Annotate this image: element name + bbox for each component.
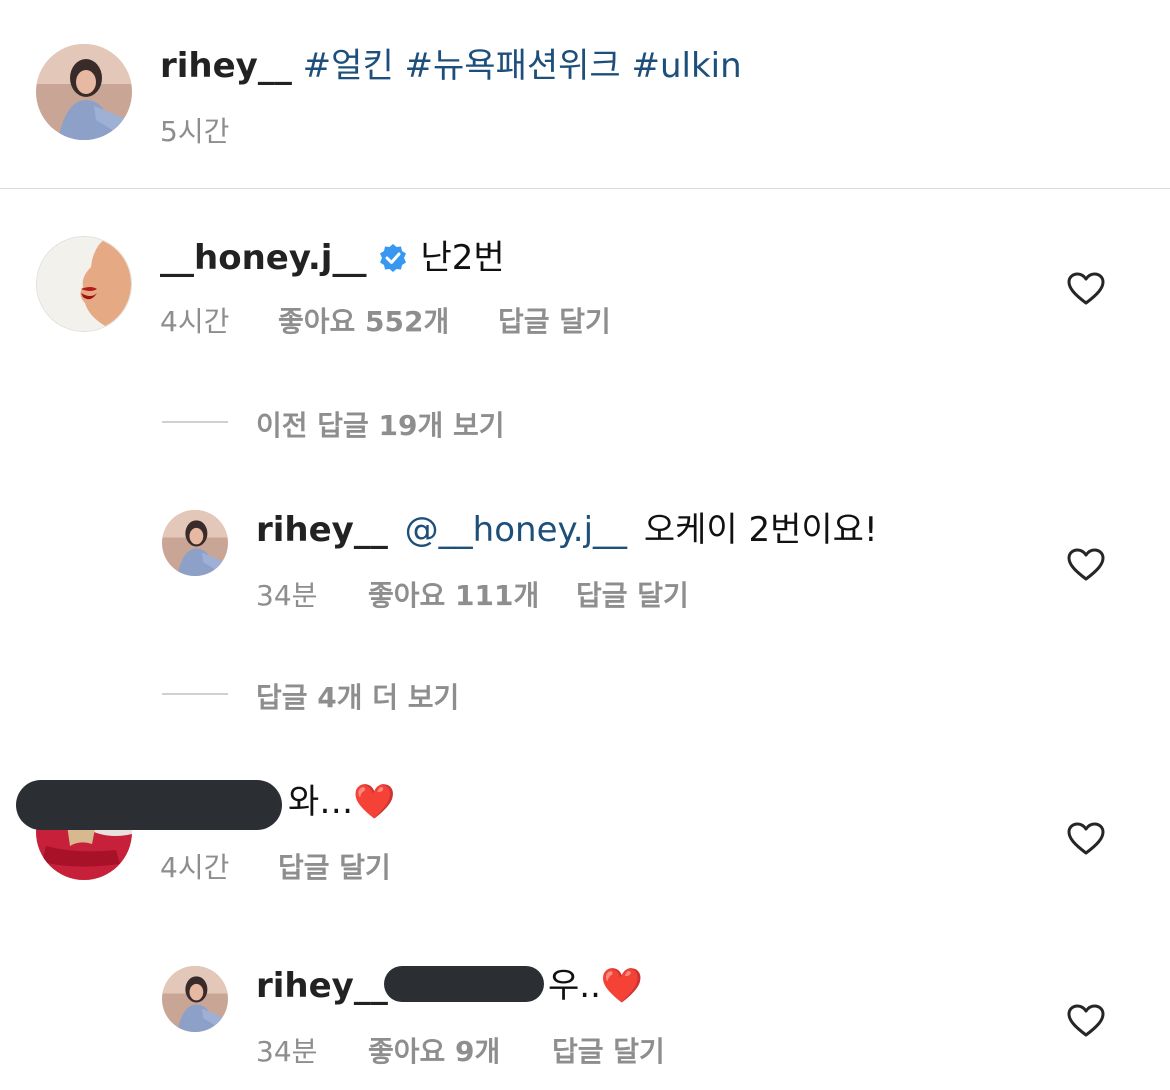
replies-line (162, 693, 228, 695)
post-caption: rihey__ #얼킨 #뉴욕패션위크 #ulkin (160, 44, 742, 88)
reply-2-avatar[interactable] (162, 966, 228, 1032)
post-hashtags[interactable]: #얼킨 #뉴욕패션위크 #ulkin (303, 46, 742, 86)
post-username[interactable]: rihey__ (160, 46, 292, 86)
heart-icon[interactable] (1067, 1004, 1105, 1038)
comment-1-username[interactable]: __honey.j__ (160, 236, 366, 280)
reply-1-line: rihey__ @__honey.j__ 오케이 2번이요! (256, 508, 878, 552)
heart-icon[interactable] (1067, 822, 1105, 856)
reply-2-time: 34분 (256, 1035, 318, 1068)
comment-1-time: 4시간 (160, 305, 230, 338)
view-previous-replies-button[interactable]: 이전 답글 19개 보기 (256, 404, 505, 444)
reply-1-mention[interactable]: @__honey.j__ (405, 510, 627, 550)
reply-2-username[interactable]: rihey__ (256, 964, 388, 1008)
reply-1-reply-button[interactable]: 답글 달기 (576, 574, 689, 614)
reply-1-username[interactable]: rihey__ (256, 510, 388, 550)
heart-icon[interactable] (1067, 548, 1105, 582)
comment-1-text: 난2번 (420, 238, 505, 278)
comment-2-time: 4시간 (160, 851, 230, 884)
heart-icon[interactable] (1067, 272, 1105, 306)
view-more-replies-button[interactable]: 답글 4개 더 보기 (256, 676, 459, 716)
post-time: 5시간 (160, 115, 230, 148)
comment-2-text: 와…❤️ (288, 782, 396, 822)
reply-1-text: 오케이 2번이요! (643, 510, 878, 550)
reply-1-time: 34분 (256, 579, 318, 612)
comment-2-reply-button[interactable]: 답글 달기 (278, 846, 391, 886)
comment-1-reply-button[interactable]: 답글 달기 (498, 300, 611, 340)
replies-line (162, 421, 228, 423)
reply-2-text: 우..❤️ (548, 966, 644, 1006)
verified-badge-icon (378, 243, 408, 273)
reply-1-likes[interactable]: 좋아요 111개 (368, 574, 539, 614)
redacted-mention (384, 966, 544, 1002)
redacted-username (16, 780, 282, 830)
reply-2-likes[interactable]: 좋아요 9개 (368, 1030, 500, 1070)
post-author-avatar[interactable] (36, 44, 132, 140)
comment-avatar-honey[interactable] (36, 236, 132, 332)
comment-1-line: __honey.j__ 난2번 (160, 236, 505, 280)
reply-1-avatar[interactable] (162, 510, 228, 576)
header-divider (0, 188, 1170, 189)
comment-1-likes[interactable]: 좋아요 552개 (278, 300, 449, 340)
reply-2-reply-button[interactable]: 답글 달기 (552, 1030, 665, 1070)
